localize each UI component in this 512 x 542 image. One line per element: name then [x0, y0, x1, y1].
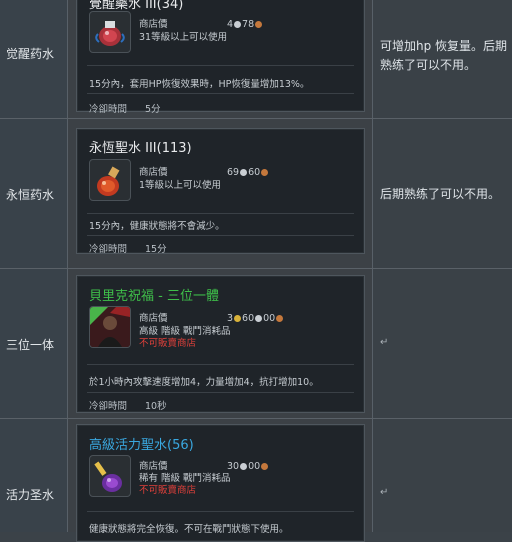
grade-line: 高級 階級 戰鬥消耗品: [139, 326, 231, 337]
tooltip-title: 貝里克祝福 - 三位一體: [89, 289, 219, 304]
shop-price-label: 商店價: [139, 313, 168, 324]
note-text: 可增加hp 恢复量。后期熟练了可以不用。: [380, 39, 508, 72]
table-row: 活力圣水 高級活力聖水(56) 商店價 30 00 稀有 階級 戰鬥消耗品 不可販…: [0, 419, 512, 542]
item-description: 健康狀態將完全恢復。不可在戰鬥狀態下使用。: [89, 524, 289, 535]
return-mark: ↵: [380, 487, 389, 498]
divider: [87, 364, 354, 365]
item-name: 三位一体: [6, 338, 55, 352]
divider: [87, 392, 354, 393]
warrior-buff-icon: [89, 306, 131, 348]
item-description: 於1小時內攻擊速度增加4，力量增加4，抗打增加10。: [89, 377, 319, 388]
shop-price-label: 商店價: [139, 461, 168, 472]
price: 30 00: [227, 461, 269, 472]
note-cell: ↵: [373, 419, 512, 532]
item-tooltip: 永恆聖水 III(113) 商店價 69 60 1等級以上可以使用 15分內，健康…: [76, 128, 365, 255]
silver-coin-icon: [240, 463, 248, 470]
item-description: 15分內，套用HP恢復效果時，HP恢復量增加13%。: [89, 79, 310, 90]
grade-line: 稀有 階級 戰鬥消耗品: [139, 473, 231, 484]
tooltip-title: 高級活力聖水(56): [89, 438, 194, 453]
item-description: 15分內，健康狀態將不會減少。: [89, 221, 225, 232]
name-cell: 永恒药水: [0, 119, 68, 268]
potion-icon: [89, 11, 131, 53]
item-tooltip: 覺醒藥水 III(34) 商店價 478 31等級以上可以使用 15分內，套用: [76, 0, 365, 115]
item-tooltip: 貝里克祝福 - 三位一體 商店價 3 60 00 高級 階級 戰鬥消耗品 不可販賣商…: [76, 275, 365, 413]
divider: [87, 235, 354, 236]
tooltip-title: 永恆聖水 III(113): [89, 141, 192, 156]
cooldown: 冷卻時間 15分: [89, 244, 167, 255]
price: 3 60 00: [227, 313, 284, 324]
silver-coin-icon: [234, 21, 242, 28]
return-mark: ↵: [380, 337, 389, 348]
tooltip-cell: 高級活力聖水(56) 商店價 30 00 稀有 階級 戰鬥消耗品 不可販賣商店 健…: [68, 419, 373, 542]
requirement: 31等級以上可以使用: [139, 32, 228, 43]
copper-coin-icon: [261, 463, 269, 470]
divider: [87, 93, 354, 94]
no-shop-sell: 不可販賣商店: [139, 485, 197, 496]
silver-coin-icon: [255, 315, 263, 322]
cooldown: 冷卻時間 10秒: [89, 401, 167, 412]
potion-icon: [89, 159, 131, 201]
table-row: 觉醒药水 覺醒藥水 III(34) 商店價 4 78 31等級以上可以使用 15…: [0, 0, 512, 118]
table-row: 永恒药水 永恆聖水 III(113) 商店價 69 60 1等級以上可以使用 15…: [0, 119, 512, 268]
copper-coin-icon: [276, 315, 284, 322]
copper-coin-icon: [261, 169, 269, 176]
price: 4 78: [227, 19, 263, 30]
potion-icon: [89, 455, 131, 497]
item-name: 觉醒药水: [6, 47, 55, 61]
divider: [87, 511, 354, 512]
gold-coin-icon: [234, 315, 242, 322]
name-cell: 觉醒药水: [0, 0, 68, 118]
note-cell: ↵: [373, 269, 512, 418]
name-cell: 三位一体: [0, 269, 68, 418]
silver-coin-icon: [240, 169, 248, 176]
item-name: 活力圣水: [6, 488, 55, 502]
no-shop-sell: 不可販賣商店: [139, 338, 197, 349]
price: 69 60: [227, 167, 269, 178]
tooltip-cell: 覺醒藥水 III(34) 商店價 478 31等級以上可以使用 15分內，套用: [68, 0, 373, 118]
shop-price-label: 商店價: [139, 19, 168, 30]
item-tooltip: 高級活力聖水(56) 商店價 30 00 稀有 階級 戰鬥消耗品 不可販賣商店 健…: [76, 424, 365, 542]
requirement: 1等級以上可以使用: [139, 180, 222, 191]
tooltip-cell: 永恆聖水 III(113) 商店價 69 60 1等級以上可以使用 15分內，健康…: [68, 119, 373, 268]
copper-coin-icon: [255, 21, 263, 28]
note-cell: 后期熟练了可以不用。: [373, 119, 512, 268]
table-row: 三位一体 貝里克祝福 - 三位一體 商店價 3 60 00 高級 階級 戰鬥消耗品: [0, 269, 512, 418]
shop-price-label: 商店價: [139, 167, 168, 178]
item-name: 永恒药水: [6, 188, 55, 202]
name-cell: 活力圣水: [0, 419, 68, 532]
cooldown: 冷卻時間 5分: [89, 104, 161, 115]
note-text: 后期熟练了可以不用。: [380, 187, 501, 201]
note-cell: 可增加hp 恢复量。后期熟练了可以不用。: [373, 0, 512, 118]
divider: [87, 213, 354, 214]
tooltip-cell: 貝里克祝福 - 三位一體 商店價 3 60 00 高級 階級 戰鬥消耗品 不可販賣商…: [68, 269, 373, 418]
divider: [87, 65, 354, 66]
